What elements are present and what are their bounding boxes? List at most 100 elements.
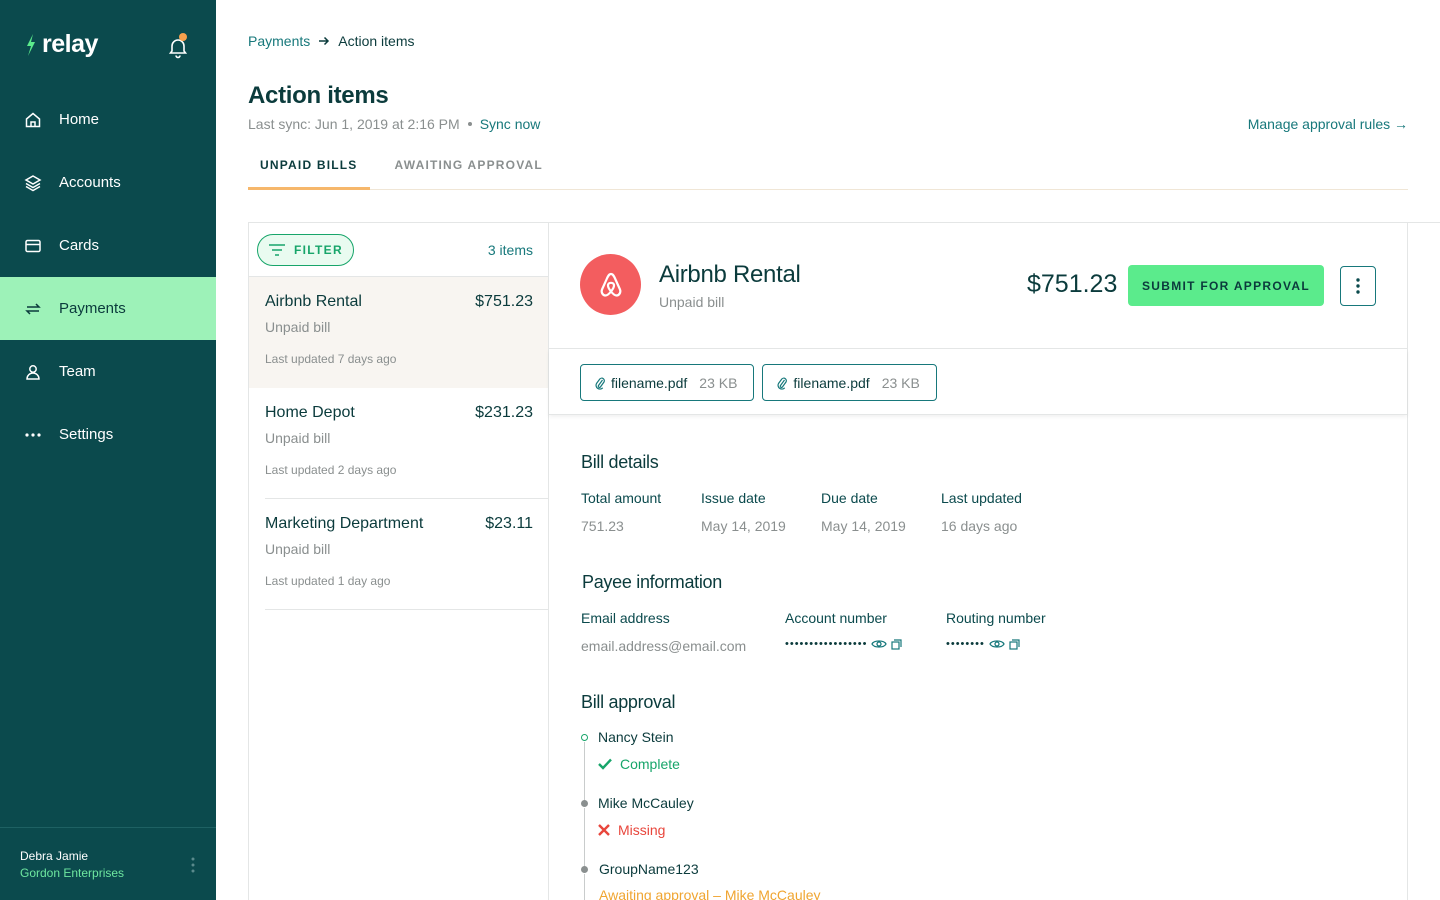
submit-for-approval-button[interactable]: SUBMIT FOR APPROVAL (1128, 265, 1324, 306)
bill-approval-title: Bill approval (581, 692, 676, 712)
approver-step-dot (581, 734, 588, 741)
breadcrumb-current: Action items (338, 33, 415, 49)
issue-date-label: Issue date (701, 490, 766, 506)
approver-name: GroupName123 (599, 861, 699, 877)
separator-dot (467, 122, 472, 126)
attachment-size: 23 KB (881, 374, 920, 391)
vendor-status: Unpaid bill (659, 294, 725, 310)
bolt-icon (27, 33, 35, 56)
approver-status-complete: Complete (598, 756, 680, 772)
sidebar-item-label: Settings (59, 426, 114, 443)
list-header: FILTER 3 items (249, 223, 549, 277)
logo-text: relay (42, 30, 98, 58)
relay-logo[interactable]: relay (24, 30, 98, 59)
account-number-masked: ••••••••••••••••• (785, 638, 868, 650)
bill-amount: $751.23 (475, 293, 533, 310)
bill-amount: $23.11 (485, 515, 533, 532)
bill-vendor: Airbnb Rental (265, 293, 362, 310)
breadcrumb: Payments Action items (248, 33, 415, 49)
more-vertical-icon (1356, 278, 1360, 294)
sidebar-item-payments[interactable]: Payments (0, 277, 216, 340)
notification-badge (179, 33, 187, 41)
bill-list-item[interactable]: Home Depot $231.23 Unpaid bill Last upda… (249, 388, 549, 499)
sidebar-item-label: Payments (59, 300, 126, 317)
bill-detail-panel: Airbnb Rental Unpaid bill $751.23 SUBMIT… (548, 222, 1408, 900)
bill-vendor: Home Depot (265, 404, 355, 421)
sidebar-item-label: Cards (59, 237, 100, 254)
home-icon (24, 111, 42, 129)
sidebar-item-settings[interactable]: Settings (0, 403, 216, 466)
bill-updated: Last updated 2 days ago (265, 463, 397, 477)
sidebar-item-label: Accounts (59, 174, 121, 191)
divider (1407, 222, 1440, 223)
sync-now-link[interactable]: Sync now (480, 116, 541, 132)
detail-header: Airbnb Rental Unpaid bill $751.23 SUBMIT… (549, 223, 1407, 349)
approver-status-text: Awaiting approval – Mike McCauley (599, 887, 821, 900)
items-count: 3 items (487, 241, 533, 258)
attachments-bar: filename.pdf 23 KB filename.pdf 23 KB (549, 349, 1407, 415)
attachment-size: 23 KB (699, 374, 738, 391)
filter-icon (269, 243, 286, 256)
eye-icon[interactable] (989, 638, 1005, 650)
transfer-icon (24, 300, 42, 318)
eye-icon[interactable] (871, 638, 888, 650)
paperclip-icon (595, 377, 605, 390)
routing-number-value: •••••••• (946, 638, 1020, 650)
approver-connector (584, 874, 585, 900)
sidebar-item-cards[interactable]: Cards (0, 214, 216, 277)
tab-unpaid-bills[interactable]: UNPAID BILLS (248, 148, 370, 190)
manage-approval-rules-link[interactable]: Manage approval rules → (1248, 116, 1408, 132)
approver-status-missing: Missing (598, 822, 665, 838)
routing-number-masked: •••••••• (946, 638, 985, 650)
attachment-name: filename.pdf (611, 374, 688, 391)
user-profile[interactable]: Debra Jamie Gordon Enterprises (0, 827, 216, 900)
more-horizontal-icon (24, 426, 42, 444)
user-name: Debra Jamie (20, 849, 89, 863)
copy-icon[interactable] (1009, 638, 1020, 650)
account-number-label: Account number (785, 610, 887, 626)
vendor-name: Airbnb Rental (659, 261, 801, 288)
total-amount-value: 751.23 (581, 518, 624, 534)
sidebar-item-home[interactable]: Home (0, 88, 216, 151)
more-options-button[interactable] (1340, 266, 1376, 306)
sidebar-item-team[interactable]: Team (0, 340, 216, 403)
bill-updated: Last updated 7 days ago (265, 352, 397, 366)
sidebar-item-accounts[interactable]: Accounts (0, 151, 216, 214)
bill-list-item[interactable]: Marketing Department $23.11 Unpaid bill … (249, 499, 549, 610)
user-org: Gordon Enterprises (20, 866, 125, 880)
airbnb-logo (580, 254, 641, 315)
sync-status: Last sync: Jun 1, 2019 at 2:16 PM Sync n… (248, 116, 540, 132)
breadcrumb-payments-link[interactable]: Payments (248, 33, 310, 49)
approver-connector (584, 808, 585, 868)
bill-details-title: Bill details (581, 452, 659, 472)
email-value: email.address@email.com (581, 638, 747, 654)
bill-list-panel: FILTER 3 items Airbnb Rental $751.23 Unp… (248, 222, 549, 900)
last-updated-label: Last updated (941, 490, 1022, 506)
approver-status-awaiting: Awaiting approval – Mike McCauley (599, 887, 821, 900)
paperclip-icon (777, 377, 788, 390)
filter-button[interactable]: FILTER (257, 233, 354, 266)
bill-list-item[interactable]: Airbnb Rental $751.23 Unpaid bill Last u… (249, 277, 549, 388)
bill-status: Unpaid bill (265, 430, 331, 446)
attachment-chip[interactable]: filename.pdf 23 KB (762, 364, 937, 401)
layers-icon (24, 174, 42, 192)
bill-status: Unpaid bill (265, 541, 331, 557)
last-sync-text: Last sync: Jun 1, 2019 at 2:16 PM (248, 116, 460, 132)
approver-status-text: Complete (620, 756, 680, 772)
sidebar-nav: Home Accounts Cards Payments Team Settin… (0, 88, 216, 466)
sidebar-item-label: Team (59, 363, 96, 380)
filter-label: FILTER (294, 242, 343, 257)
email-label: Email address (581, 610, 670, 626)
close-icon (598, 824, 610, 836)
approver-status-text: Missing (618, 822, 666, 838)
payee-information-title: Payee information (582, 572, 722, 592)
due-date-value: May 14, 2019 (821, 518, 906, 534)
attachment-chip[interactable]: filename.pdf 23 KB (580, 364, 755, 401)
bill-updated: Last updated 1 day ago (265, 574, 391, 588)
card-icon (24, 237, 42, 255)
tab-awaiting-approval[interactable]: AWAITING APPROVAL (383, 148, 555, 190)
more-vertical-icon[interactable] (188, 855, 198, 875)
copy-icon[interactable] (891, 638, 903, 650)
approver-step-dot (581, 800, 588, 807)
sidebar: relay Home Accounts Cards Payments Team … (0, 0, 216, 900)
